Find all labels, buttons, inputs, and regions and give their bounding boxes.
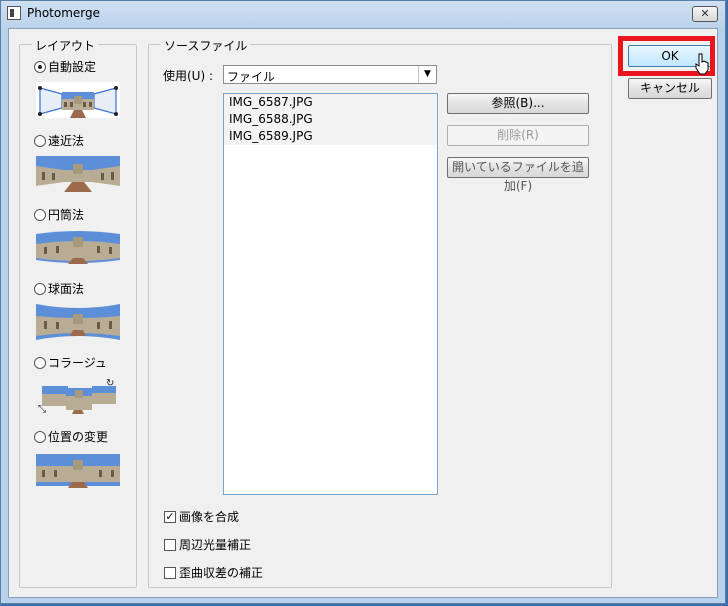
close-button[interactable]: ✕ bbox=[692, 6, 718, 22]
layout-spherical-label: 球面法 bbox=[48, 282, 85, 296]
layout-auto-radio[interactable] bbox=[34, 60, 46, 73]
distortion-correction-label: 歪曲収差の補正 bbox=[179, 566, 264, 580]
layout-reposition-option[interactable]: 位置の変更 bbox=[34, 428, 108, 445]
dialog-client-area: レイアウト 自動設定 遠近法 円筒法 球面法 コラージュ ↻ ⤡ 位置の変更 ソ… bbox=[8, 28, 718, 598]
layout-perspective-label: 遠近法 bbox=[48, 134, 85, 148]
blend-images-label: 画像を合成 bbox=[179, 510, 240, 524]
file-list-item[interactable]: IMG_6589.JPG bbox=[224, 128, 437, 145]
layout-reposition-label: 位置の変更 bbox=[48, 430, 109, 444]
svg-text:↻: ↻ bbox=[106, 378, 114, 389]
layout-spherical-thumbnail bbox=[36, 304, 120, 340]
source-files-group: ソースファイル 使用(U) : ファイル ▼ IMG_6587.JPG IMG_… bbox=[148, 37, 612, 588]
layout-collage-label: コラージュ bbox=[48, 356, 107, 370]
source-files-title: ソースファイル bbox=[161, 37, 251, 54]
chevron-down-icon[interactable]: ▼ bbox=[418, 66, 436, 83]
hand-cursor-icon bbox=[695, 53, 709, 75]
remove-button[interactable]: 削除(R) bbox=[447, 125, 589, 146]
layout-collage-option[interactable]: コラージュ bbox=[34, 354, 107, 371]
blend-images-checkbox[interactable]: ✓ bbox=[164, 510, 176, 523]
layout-cylindrical-radio[interactable] bbox=[34, 208, 46, 221]
browse-button[interactable]: 参照(B)... bbox=[447, 93, 589, 114]
layout-auto-thumbnail bbox=[36, 82, 120, 118]
layout-perspective-thumbnail bbox=[36, 156, 120, 192]
layout-group-title: レイアウト bbox=[32, 37, 99, 54]
layout-auto-label: 自動設定 bbox=[48, 60, 97, 74]
file-listbox[interactable]: IMG_6587.JPG IMG_6588.JPG IMG_6589.JPG bbox=[223, 93, 438, 495]
layout-cylindrical-label: 円筒法 bbox=[48, 208, 85, 222]
vignette-removal-label: 周辺光量補正 bbox=[179, 538, 252, 552]
layout-perspective-option[interactable]: 遠近法 bbox=[34, 132, 84, 149]
layout-spherical-option[interactable]: 球面法 bbox=[34, 280, 84, 297]
layout-collage-thumbnail: ↻ ⤡ bbox=[36, 378, 120, 414]
layout-reposition-radio[interactable] bbox=[34, 430, 46, 443]
app-icon bbox=[7, 6, 21, 20]
file-list-item[interactable]: IMG_6587.JPG bbox=[224, 94, 437, 111]
layout-collage-radio[interactable] bbox=[34, 356, 46, 369]
vignette-removal-option[interactable]: 周辺光量補正 bbox=[164, 536, 251, 553]
layout-spherical-radio[interactable] bbox=[34, 282, 46, 295]
cancel-button[interactable]: キャンセル bbox=[628, 78, 712, 99]
use-label: 使用(U) : bbox=[163, 69, 214, 83]
add-open-files-button[interactable]: 開いているファイルを追加(F) bbox=[447, 157, 589, 193]
blend-images-option[interactable]: ✓ 画像を合成 bbox=[164, 508, 239, 525]
layout-auto-option[interactable]: 自動設定 bbox=[34, 58, 96, 75]
layout-cylindrical-thumbnail bbox=[36, 230, 120, 266]
title-bar: Photomerge ✕ bbox=[1, 1, 725, 27]
distortion-correction-checkbox[interactable] bbox=[164, 566, 176, 579]
window-title: Photomerge bbox=[27, 6, 101, 20]
layout-perspective-radio[interactable] bbox=[34, 134, 46, 147]
vignette-removal-checkbox[interactable] bbox=[164, 538, 176, 551]
layout-reposition-thumbnail bbox=[36, 452, 120, 488]
svg-text:⤡: ⤡ bbox=[38, 404, 46, 414]
layout-group: レイアウト 自動設定 遠近法 円筒法 球面法 コラージュ ↻ ⤡ 位置の変更 bbox=[19, 37, 137, 588]
layout-cylindrical-option[interactable]: 円筒法 bbox=[34, 206, 84, 223]
file-list-item[interactable]: IMG_6588.JPG bbox=[224, 111, 437, 128]
use-select-value: ファイル bbox=[227, 70, 276, 84]
distortion-correction-option[interactable]: 歪曲収差の補正 bbox=[164, 564, 263, 581]
use-select[interactable]: ファイル ▼ bbox=[223, 65, 437, 84]
photomerge-dialog: Photomerge ✕ レイアウト 自動設定 遠近法 円筒法 球面法 コラージ… bbox=[0, 0, 726, 604]
